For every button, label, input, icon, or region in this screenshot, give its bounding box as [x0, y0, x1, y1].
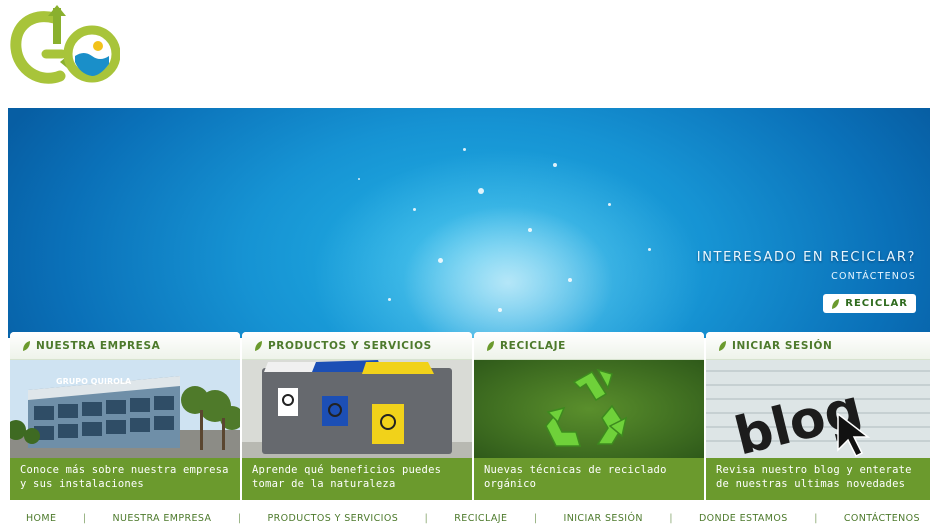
water-sparkle	[413, 208, 416, 211]
recycling-bins-image	[242, 360, 472, 458]
footer-link-nuestra-empresa[interactable]: NUESTRA EMPRESA	[113, 513, 212, 524]
card-header: NUESTRA EMPRESA	[10, 332, 240, 360]
card-nuestra-empresa[interactable]: NUESTRA EMPRESA GRUPO QUIROLA Conoce más…	[10, 332, 240, 500]
water-sparkle	[358, 178, 360, 180]
water-sparkle	[498, 308, 502, 312]
water-sparkle	[463, 148, 466, 151]
cta-question: INTERESADO EN RECICLAR?	[696, 250, 916, 265]
leaf-icon	[719, 340, 726, 351]
card-header: PRODUCTOS Y SERVICIOS	[242, 332, 472, 360]
footer-nav: HOME | NUESTRA EMPRESA | PRODUCTOS Y SER…	[0, 509, 930, 528]
leaf-icon	[832, 298, 840, 309]
water-sparkle	[528, 228, 532, 232]
water-sparkle	[438, 258, 443, 263]
water-sparkle	[553, 163, 557, 167]
hero-banner: INTERESADO EN RECICLAR? CONTÁCTENOS RECI…	[8, 108, 930, 338]
leaf-icon	[487, 340, 494, 351]
recycle-globe-logo-icon	[10, 5, 121, 84]
water-sparkle	[478, 188, 484, 194]
card-title: PRODUCTOS Y SERVICIOS	[268, 339, 432, 352]
footer-link-contactenos[interactable]: CONTÁCTENOS	[844, 513, 920, 524]
footer-link-productos-servicios[interactable]: PRODUCTOS Y SERVICIOS	[268, 513, 399, 524]
card-caption: Conoce más sobre nuestra empresa y sus i…	[10, 458, 240, 500]
card-header: RECICLAJE	[474, 332, 704, 360]
recycle-button-label: RECICLAR	[845, 298, 908, 309]
card-iniciar-sesion[interactable]: INICIAR SESIÓN blog Revisa nuestro blog …	[706, 332, 930, 500]
card-title: RECICLAJE	[500, 339, 566, 352]
recycle-grass-image	[474, 360, 704, 458]
nav-separator: |	[237, 513, 242, 524]
blog-screen-image: blog	[706, 360, 930, 458]
footer-link-home[interactable]: HOME	[26, 513, 56, 524]
card-title: NUESTRA EMPRESA	[36, 339, 161, 352]
footer-link-reciclaje[interactable]: RECICLAJE	[454, 513, 507, 524]
card-reciclaje[interactable]: RECICLAJE Nuevas técnicas de reciclado o…	[474, 332, 704, 500]
water-sparkle	[568, 278, 572, 282]
nav-separator: |	[533, 513, 538, 524]
card-caption: Aprende qué beneficios puedes tomar de l…	[242, 458, 472, 500]
building-sign: GRUPO QUIROLA	[56, 377, 132, 386]
card-header: INICIAR SESIÓN	[706, 332, 930, 360]
nav-separator: |	[814, 513, 818, 524]
nav-separator: |	[669, 513, 673, 524]
card-caption: Revisa nuestro blog y enterate de nuestr…	[706, 458, 930, 500]
site-logo[interactable]	[10, 4, 121, 86]
water-sparkle	[608, 203, 611, 206]
water-sparkle	[388, 298, 391, 301]
card-caption: Nuevas técnicas de reciclado orgánico	[474, 458, 704, 500]
nav-separator: |	[82, 513, 87, 524]
cta-contact-link[interactable]: CONTÁCTENOS	[697, 271, 916, 282]
card-title: INICIAR SESIÓN	[732, 339, 833, 352]
footer-link-iniciar-sesion[interactable]: INICIAR SESIÓN	[564, 513, 643, 524]
card-productos-servicios[interactable]: PRODUCTOS Y SERVICIOS Aprende qué benefi…	[242, 332, 472, 500]
leaf-icon	[255, 340, 262, 351]
nav-separator: |	[424, 513, 428, 524]
leaf-icon	[23, 340, 30, 351]
recycle-button[interactable]: RECICLAR	[823, 294, 916, 313]
footer-link-donde-estamos[interactable]: DONDE ESTAMOS	[699, 513, 788, 524]
recycle-cta: INTERESADO EN RECICLAR? CONTÁCTENOS RECI…	[697, 250, 916, 313]
company-building-image: GRUPO QUIROLA	[10, 360, 240, 458]
water-sparkle	[648, 248, 651, 251]
